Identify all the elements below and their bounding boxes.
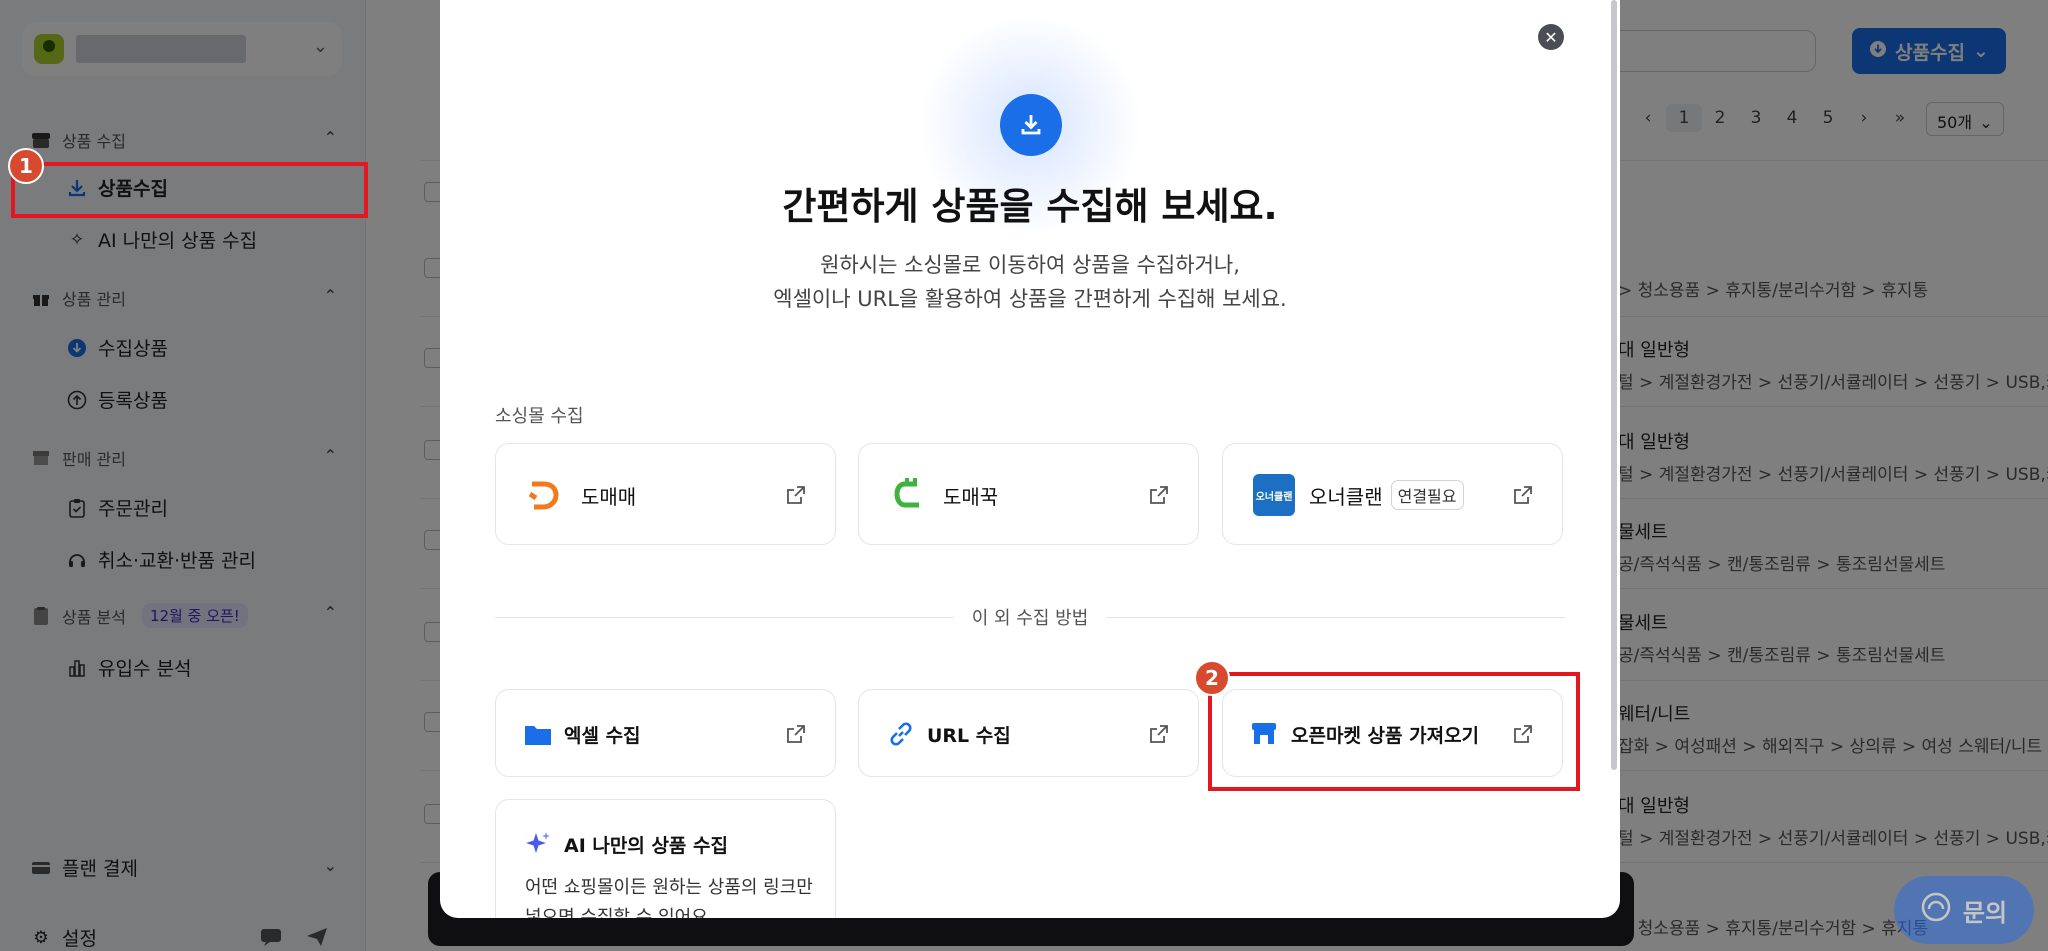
close-icon[interactable]: ✕ (1538, 24, 1564, 50)
connection-required-tag: 연결필요 (1390, 480, 1464, 510)
sparkle-icon (524, 830, 552, 862)
modal-subtitle: 원하시는 소싱몰로 이동하여 상품을 수집하거나, 엑셀이나 URL을 활용하여… (440, 248, 1620, 316)
highlight-box-step-1 (11, 162, 368, 218)
domeme-logo-icon (528, 478, 562, 516)
method-card-label: URL 수집 (927, 725, 1011, 747)
external-link-icon (785, 484, 807, 506)
sourcing-card-domeme[interactable]: 도매매 (495, 443, 836, 545)
link-icon (887, 720, 915, 752)
inquiry-chat-button[interactable]: 문의 (1894, 876, 2034, 944)
ownerclan-logo-icon: 오너클랜 (1253, 474, 1295, 516)
collect-modal: ✕ 간편하게 상품을 수집해 보세요. 원하시는 소싱몰로 이동하여 상품을 수… (440, 0, 1620, 918)
external-link-icon (785, 723, 807, 745)
external-link-icon (1148, 723, 1170, 745)
other-methods-label: 이 외 수집 방법 (954, 604, 1106, 630)
modal-scrollbar[interactable] (1611, 0, 1617, 770)
sourcing-card-label: 오너클랜 (1309, 484, 1383, 509)
sourcing-card-label: 도매꾹 (943, 485, 999, 509)
step-badge-1: 1 (8, 148, 44, 184)
sourcing-card-label-wrap: 오너클랜 연결필요 (1309, 480, 1464, 510)
method-card-label: 엑셀 수집 (564, 725, 641, 747)
sourcing-section-label: 소싱몰 수집 (495, 406, 584, 427)
headset-icon (1921, 892, 1951, 928)
method-card-excel[interactable]: 엑셀 수집 (495, 689, 836, 777)
download-icon (1000, 94, 1062, 156)
highlight-box-step-2 (1208, 672, 1580, 791)
sourcing-card-label: 도매매 (581, 485, 637, 509)
ai-collect-description: 어떤 쇼핑몰이든 원하는 상품의 링크만 넣으면 수집할 수 있어요. (525, 877, 813, 918)
modal-subtitle-line: 엑셀이나 URL을 활용하여 상품을 간편하게 수집해 보세요. (773, 287, 1287, 311)
inquiry-chat-label: 문의 (1962, 898, 2008, 927)
domeggook-logo-icon (893, 476, 923, 516)
external-link-icon (1148, 484, 1170, 506)
sourcing-card-domeggook[interactable]: 도매꾹 (858, 443, 1199, 545)
method-card-url[interactable]: URL 수집 (858, 689, 1199, 777)
sourcing-card-ownerclan[interactable]: 오너클랜 오너클랜 연결필요 (1222, 443, 1563, 545)
modal-title: 간편하게 상품을 수집해 보세요. (782, 185, 1278, 228)
method-card-label: AI 나만의 상품 수집 (564, 835, 728, 857)
modal-subtitle-line: 원하시는 소싱몰로 이동하여 상품을 수집하거나, (820, 253, 1240, 277)
folder-icon (524, 722, 552, 750)
external-link-icon (1512, 484, 1534, 506)
step-badge-2: 2 (1194, 660, 1230, 696)
